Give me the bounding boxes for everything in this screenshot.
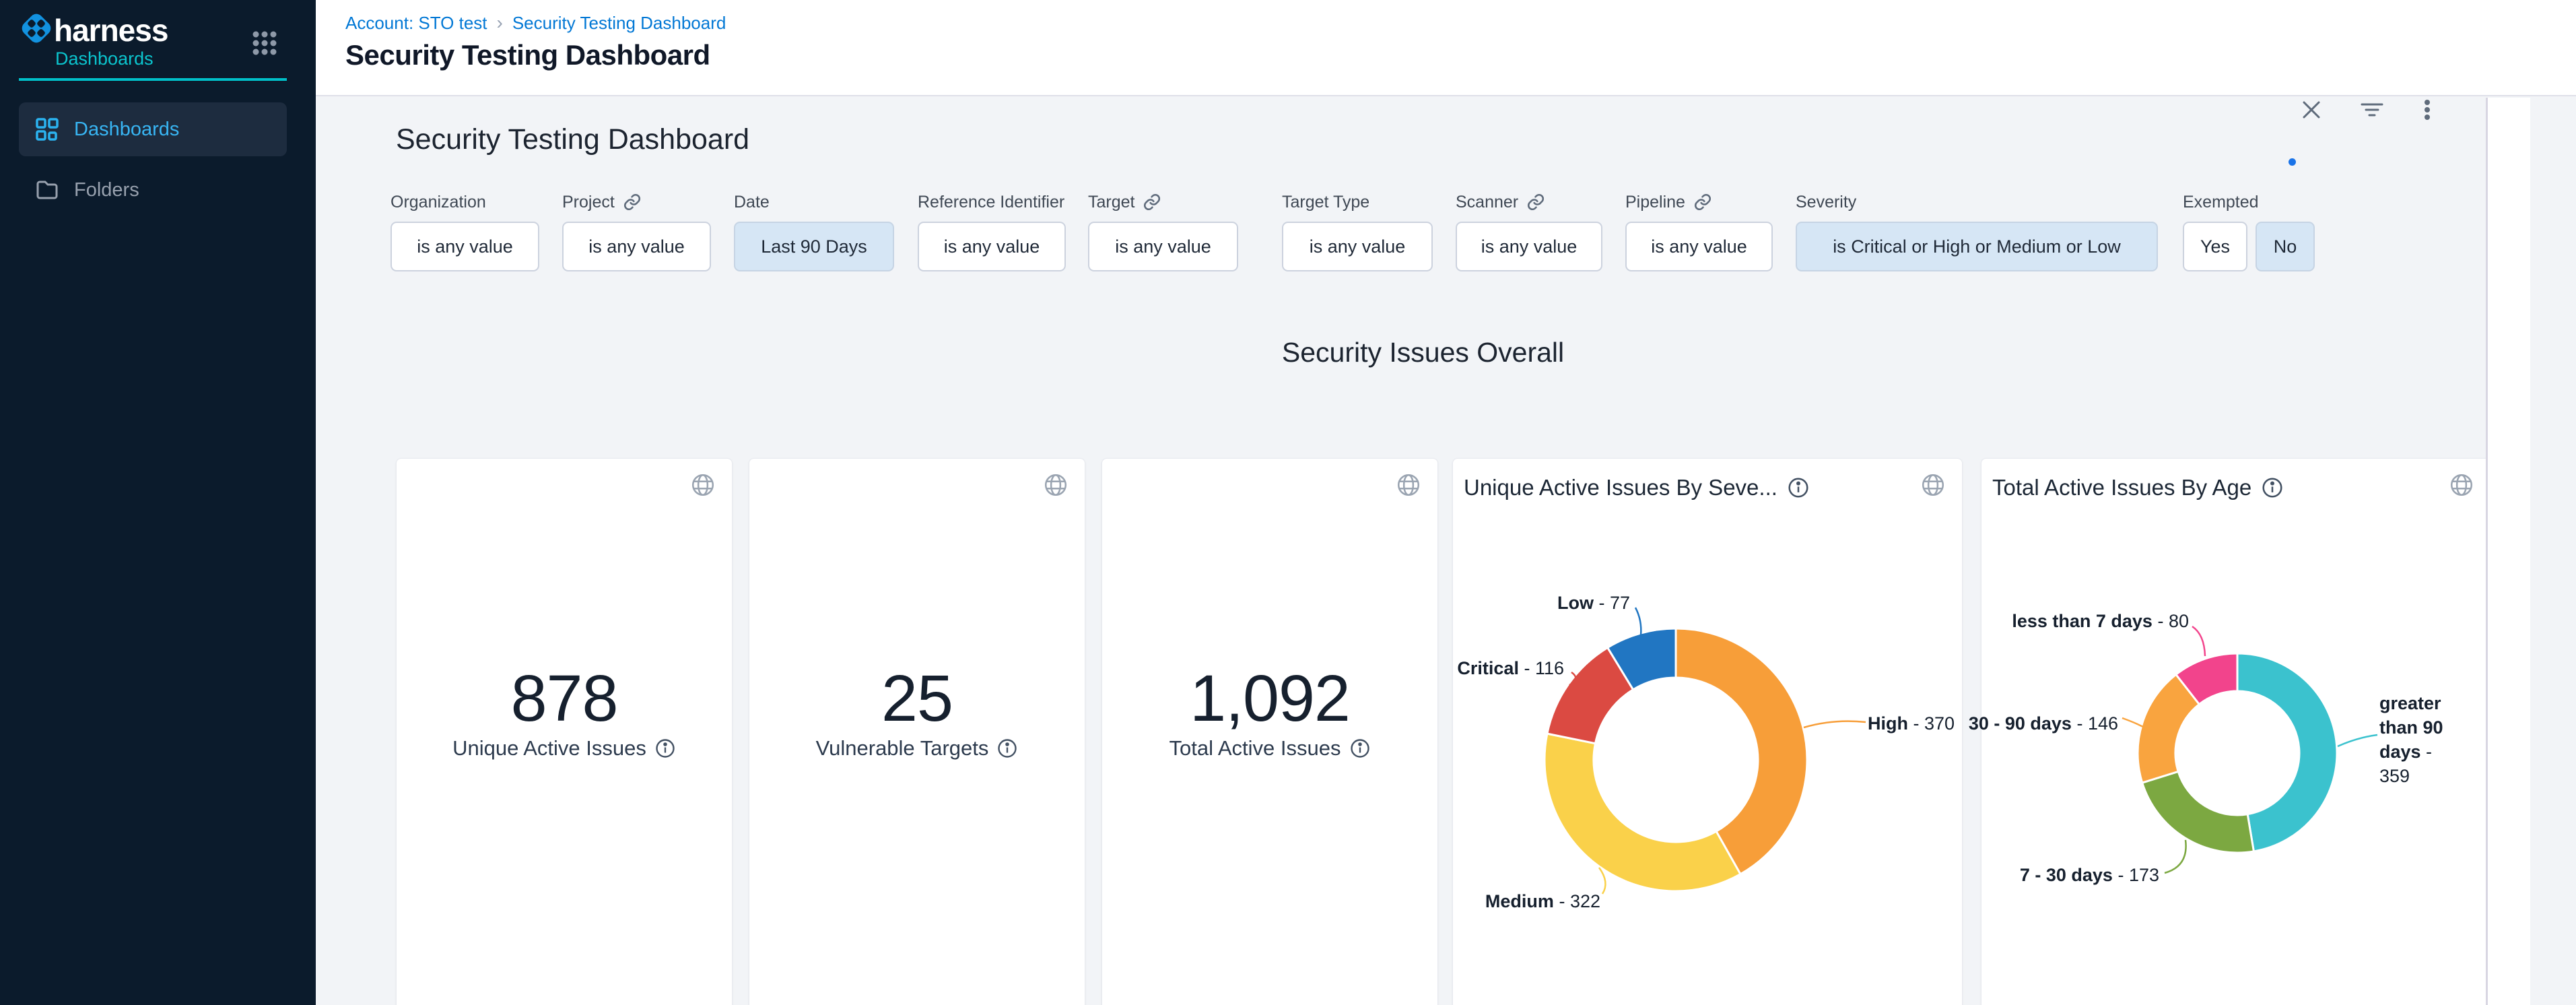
filter-value-chip[interactable]: is any value [1282, 222, 1433, 271]
filter-value-chip[interactable]: is any value [562, 222, 711, 271]
slice-leader-line [2122, 718, 2143, 727]
sidebar-item-label: Folders [74, 179, 139, 201]
slice-label-greater-than-90-days: greater than 90 days - 359 [2379, 691, 2447, 788]
filter-label: Severity [1796, 191, 2158, 214]
filter-value-chip[interactable]: is any value [391, 222, 539, 271]
link-icon [1526, 193, 1545, 212]
filter-value-chip[interactable]: is Critical or High or Medium or Low [1796, 222, 2158, 271]
topbar: Account: STO test › Security Testing Das… [316, 0, 2576, 96]
brand-wordmark: harness [54, 12, 168, 48]
slice-label-critical: Critical - 116 [1457, 657, 1564, 680]
filter-target: Target is any value [1088, 191, 1238, 271]
dashboard-heading: Security Testing Dashboard [396, 123, 749, 156]
info-icon[interactable] [1349, 738, 1371, 759]
donut-slice[interactable] [1676, 628, 1807, 874]
breadcrumb: Account: STO test › Security Testing Das… [345, 12, 726, 34]
filter-date: Date Last 90 Days [734, 191, 894, 271]
section-title: Security Issues Overall [316, 337, 2530, 368]
breadcrumb-account-link[interactable]: Account: STO test [345, 13, 487, 34]
tile-label: Vulnerable Targets [749, 736, 1085, 760]
filter-label: Reference Identifier [918, 191, 1066, 214]
filter-label: Organization [391, 191, 539, 214]
slice-label-high: High - 370 [1868, 712, 1955, 735]
slice-leader-line [2192, 626, 2205, 656]
filter-label: Target Type [1282, 191, 1433, 214]
harness-logo-icon[interactable] [19, 11, 54, 46]
app-window: harness Dashboards [0, 0, 2576, 1005]
tile-total-active-issues: 1,092 Total Active Issues [1101, 458, 1438, 1005]
slice-label-7-30-days: 7 - 30 days - 173 [2020, 864, 2159, 886]
filter-project: Project is any value [562, 191, 711, 271]
tile-value: 25 [749, 661, 1085, 736]
app-switcher-icon[interactable] [251, 30, 278, 57]
filter-pipeline: Pipeline is any value [1625, 191, 1773, 271]
slice-label-less-than-7-days: less than 7 days - 80 [2012, 610, 2189, 633]
tile-label: Total Active Issues [1102, 736, 1437, 760]
filter-scanner: Scanner is any value [1456, 191, 1602, 271]
sidebar-item-label: Dashboards [74, 119, 179, 141]
donut-slice[interactable] [2237, 653, 2337, 851]
filter-value-chip[interactable]: is any value [918, 222, 1066, 271]
link-icon [1693, 193, 1712, 212]
tile-unique-active-issues: 878 Unique Active Issues [396, 458, 733, 1005]
slice-label-low: Low - 77 [1557, 591, 1630, 614]
sidebar: harness Dashboards [0, 0, 316, 1005]
globe-icon[interactable] [1043, 472, 1069, 498]
dashboards-icon [35, 117, 59, 141]
donut-slice[interactable] [1545, 734, 1740, 891]
folder-icon [35, 178, 59, 202]
link-icon [623, 193, 642, 212]
scrollbar-track[interactable] [2486, 98, 2530, 1005]
tile-value: 878 [397, 661, 732, 736]
slice-label-medium: Medium - 322 [1485, 890, 1600, 913]
filter-icon[interactable] [2360, 98, 2384, 122]
info-icon[interactable] [654, 738, 676, 759]
globe-icon[interactable] [1396, 472, 1421, 498]
filter-label: Scanner [1456, 191, 1602, 214]
globe-icon[interactable] [690, 472, 716, 498]
kebab-menu-icon[interactable] [2415, 98, 2439, 122]
page-title: Security Testing Dashboard [345, 39, 710, 71]
breadcrumb-chevron-icon: › [497, 12, 503, 34]
brand-product-label: Dashboards [55, 48, 154, 69]
info-icon[interactable] [996, 738, 1018, 759]
filter-value-chip[interactable]: is any value [1456, 222, 1602, 271]
main-content: Security Testing Dashboard Organization … [316, 98, 2530, 1005]
filter-organization: Organization is any value [391, 191, 539, 271]
filter-label: Date [734, 191, 894, 214]
tile-vulnerable-targets: 25 Vulnerable Targets [749, 458, 1085, 1005]
slice-label-30-90-days: 30 - 90 days - 146 [1969, 712, 2118, 735]
exempted-no-chip[interactable]: No [2256, 222, 2315, 271]
sidebar-divider [19, 78, 287, 81]
brand-row: harness Dashboards [0, 0, 316, 79]
sidebar-item-dashboards[interactable]: Dashboards [19, 102, 287, 156]
donut-slice[interactable] [2142, 771, 2254, 853]
sidebar-item-folders[interactable]: Folders [19, 163, 287, 217]
chart-card-issues-by-severity: Unique Active Issues By Seve... Low - 77… [1452, 458, 1963, 1005]
close-icon[interactable] [2299, 98, 2324, 122]
filter-severity: Severity is Critical or High or Medium o… [1796, 191, 2158, 271]
slice-leader-line [2338, 735, 2377, 746]
filter-label: Target [1088, 191, 1238, 214]
sidebar-nav: Dashboards Folders [19, 102, 287, 224]
slice-leader-line [1804, 721, 1866, 727]
filter-target-type: Target Type is any value [1282, 191, 1433, 271]
filter-exempted: Exempted Yes No [2183, 191, 2315, 271]
breadcrumb-page-link[interactable]: Security Testing Dashboard [512, 13, 726, 34]
slice-leader-line [1635, 608, 1641, 635]
cursor-dot [2289, 158, 2296, 166]
tile-label: Unique Active Issues [397, 736, 732, 760]
slice-leader-line [2165, 840, 2186, 873]
link-icon [1143, 193, 1161, 212]
filter-value-chip[interactable]: is any value [1088, 222, 1238, 271]
filter-reference-identifier: Reference Identifier is any value [918, 191, 1066, 271]
filter-label: Pipeline [1625, 191, 1773, 214]
filter-value-chip[interactable]: Last 90 Days [734, 222, 894, 271]
tile-value: 1,092 [1102, 661, 1437, 736]
filter-label: Exempted [2183, 191, 2315, 214]
filter-label: Project [562, 191, 711, 214]
exempted-yes-chip[interactable]: Yes [2183, 222, 2247, 271]
filter-value-chip[interactable]: is any value [1625, 222, 1773, 271]
chart-card-issues-by-age: Total Active Issues By Age less than 7 d… [1981, 458, 2491, 1005]
